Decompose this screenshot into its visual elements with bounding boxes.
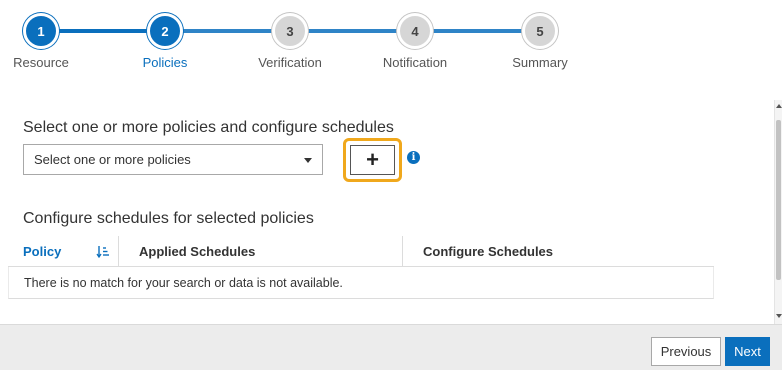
next-button[interactable]: Next (725, 337, 770, 366)
wizard-stepper: 1 2 3 4 5 Resource Policies Verification… (0, 0, 782, 100)
policy-select-dropdown[interactable]: Select one or more policies (23, 144, 323, 175)
step-1-circle[interactable]: 1 (23, 13, 59, 49)
column-header-applied-schedules[interactable]: Applied Schedules (119, 236, 403, 266)
scroll-up-arrow-icon[interactable] (776, 104, 782, 108)
step-2-circle[interactable]: 2 (147, 13, 183, 49)
wizard-footer: Previous Next (0, 324, 782, 370)
step-4-label: Notification (382, 55, 448, 70)
step-5-circle[interactable]: 5 (522, 13, 558, 49)
scroll-down-arrow-icon[interactable] (776, 314, 782, 318)
column-header-policy-label: Policy (23, 243, 62, 259)
previous-button[interactable]: Previous (651, 337, 721, 366)
schedules-grid: Policy Applied Schedules Configure Sched… (8, 236, 714, 299)
scrollbar-thumb[interactable] (776, 120, 781, 280)
empty-state-row: There is no match for your search or dat… (8, 267, 714, 299)
info-icon[interactable]: i (407, 151, 420, 164)
add-policy-highlight: + (343, 138, 402, 182)
vertical-scrollbar[interactable] (774, 100, 782, 324)
step-1-label: Resource (13, 55, 69, 70)
policy-select-value: Select one or more policies (34, 152, 191, 167)
policies-panel: Select one or more policies and configur… (0, 100, 774, 324)
policies-section-title: Select one or more policies and configur… (23, 119, 394, 136)
caret-down-icon (304, 158, 312, 163)
step-5-label: Summary (512, 55, 568, 70)
step-4-circle[interactable]: 4 (397, 13, 433, 49)
column-header-policy[interactable]: Policy (8, 236, 119, 266)
add-policy-button[interactable]: + (350, 145, 395, 175)
schedules-section-title: Configure schedules for selected policie… (23, 210, 314, 227)
step-3-circle[interactable]: 3 (272, 13, 308, 49)
column-header-configure-schedules[interactable]: Configure Schedules (403, 236, 714, 266)
sort-ascending-icon[interactable] (96, 245, 110, 258)
grid-header: Policy Applied Schedules Configure Sched… (8, 236, 714, 267)
stepper-line-pending (166, 29, 541, 33)
step-2-label: Policies (142, 55, 188, 70)
step-3-label: Verification (258, 55, 322, 70)
